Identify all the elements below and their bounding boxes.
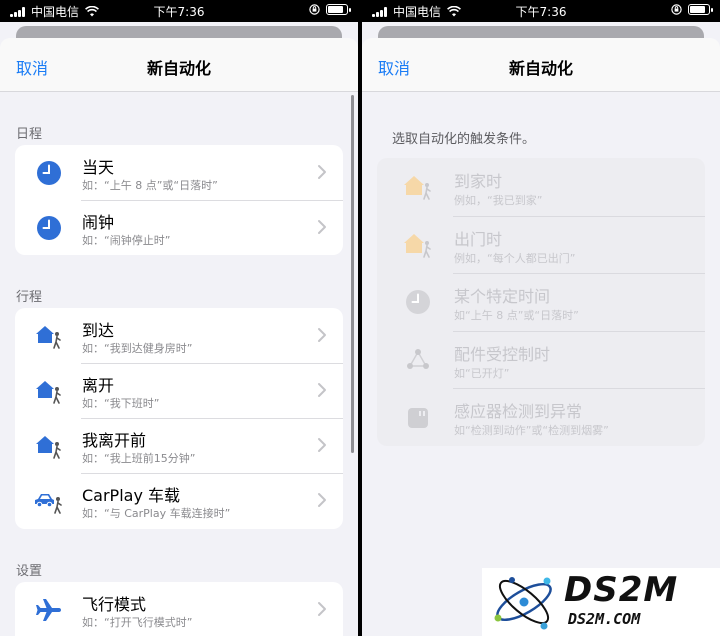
airplane-icon [36,599,61,621]
clock-icon [406,290,430,314]
nav-bar: 取消 新自动化 [0,38,358,92]
item-title: 离开 [82,376,115,395]
section-header-travel: 行程 [16,290,43,305]
sensor-icon [408,408,428,428]
list-item-arrive-home: 到家时 例如，“我已到家” [377,158,705,216]
status-time: 下午7:36 [515,5,567,19]
status-time: 下午7:36 [153,5,205,19]
watermark-brand: DS2M [564,570,679,610]
house-person-icon [404,176,431,200]
car-person-icon [35,494,62,514]
list-item-sensor-detect: 感应器检测到异常 如“检测到动作”或“检测到烟雾” [377,388,705,446]
scrollbar[interactable] [351,95,354,453]
item-title: 到达 [82,321,115,340]
item-title: 飞行模式 [82,595,147,614]
nav-bar: 取消 新自动化 [362,38,720,92]
clock-icon [37,161,61,185]
item-subtitle: 如：“闹钟停止时” [82,234,171,247]
status-bar: 中国电信 下午7:36 [0,0,358,22]
page-title: 新自动化 [508,59,573,78]
travel-group: 到达 如：“我到达健身房时” 离开 如：“我下班时” 我离开前 如：“我上班前1… [15,308,343,529]
list-item-time-of-day[interactable]: 当天 如：“上午 8 点”或“日落时” [15,145,343,200]
item-title: CarPlay 车载 [82,486,181,505]
list-item-alarm[interactable]: 闹钟 如：“闹钟停止时” [15,200,343,255]
clock-icon [37,216,61,240]
item-title: 某个特定时间 [454,287,551,306]
watermark: DS2M DS2M.COM [482,568,720,636]
item-title: 配件受控制时 [454,344,551,364]
chevron-right-icon [318,220,326,234]
list-item-accessory-controlled: 配件受控制时 如“已开灯” [377,330,705,389]
orientation-lock-icon [309,4,320,15]
list-item-specific-time: 某个特定时间 如“上午 8 点”或“日落时” [377,273,705,331]
chevron-right-icon [318,493,326,507]
house-person-icon [36,326,61,349]
list-item-leave-home: 出门时 例如，“每个人都已出门” [377,215,705,274]
chevron-right-icon [318,438,326,452]
list-item-arrive[interactable]: 到达 如：“我到达健身房时” [15,308,343,363]
section-header-schedule: 日程 [16,127,43,142]
trigger-prompt: 选取自动化的触发条件。 [392,132,536,147]
atom-logo-icon [494,577,552,630]
chevron-right-icon [318,602,326,616]
item-subtitle: 例如，“每个人都已出门” [454,251,576,265]
list-item-leave[interactable]: 离开 如：“我下班时” [15,363,343,418]
item-subtitle: 如：“上午 8 点”或“日落时” [82,179,218,192]
item-title: 到家时 [454,172,503,191]
house-person-icon [36,436,61,459]
item-subtitle: 如：“我下班时” [82,397,160,410]
item-title: 我离开前 [82,431,147,450]
chevron-right-icon [318,328,326,342]
watermark-domain: DS2M.COM [568,610,641,628]
item-subtitle: 如：“与 CarPlay 车载连接时” [82,507,231,520]
list-item-before-leave[interactable]: 我离开前 如：“我上班前15分钟” [15,418,343,473]
item-subtitle: 如：“我到达健身房时” [82,342,193,355]
item-subtitle: 如：“我上班前15分钟” [82,452,196,465]
item-title: 感应器检测到异常 [454,402,583,421]
item-subtitle: 例如，“我已到家” [454,194,543,207]
orientation-lock-icon [671,4,682,15]
list-item-airplane-mode[interactable]: 飞行模式 如：“打开飞行模式时” [15,582,343,636]
page-title: 新自动化 [146,59,211,78]
settings-group: 飞行模式 如：“打开飞行模式时” [15,582,343,636]
schedule-group: 当天 如：“上午 8 点”或“日落时” 闹钟 如：“闹钟停止时” [15,145,343,255]
home-trigger-group: 到家时 例如，“我已到家” 出门时 例如，“每个人都已出门” 某个特定时间 如“… [377,158,705,446]
item-title: 当天 [82,158,115,177]
status-bar: 中国电信 下午7:36 [362,0,720,22]
accessory-icon [407,348,429,369]
section-header-settings: 设置 [16,564,43,579]
battery-icon [326,4,351,15]
list-item-carplay[interactable]: CarPlay 车载 如：“与 CarPlay 车载连接时” [15,473,343,528]
item-subtitle: 如“上午 8 点”或“日落时” [454,309,579,322]
item-title: 出门时 [454,229,503,249]
item-title: 闹钟 [82,213,115,232]
item-subtitle: 如“检测到动作”或“检测到烟雾” [454,424,609,437]
chevron-right-icon [318,383,326,397]
battery-icon [688,4,713,15]
left-screen: 中国电信 下午7:36 取消 新自动化 日程 当天 如：“上午 8 点”或“日落… [0,0,358,636]
item-subtitle: 如“已开灯” [454,366,510,380]
right-screen: 中国电信 下午7:36 取消 新自动化 选取自动化的触发条件。 到家时 例如，“… [362,0,720,636]
house-person-icon [404,233,431,258]
house-person-icon [36,381,61,404]
chevron-right-icon [318,165,326,179]
item-subtitle: 如：“打开飞行模式时” [82,616,193,629]
